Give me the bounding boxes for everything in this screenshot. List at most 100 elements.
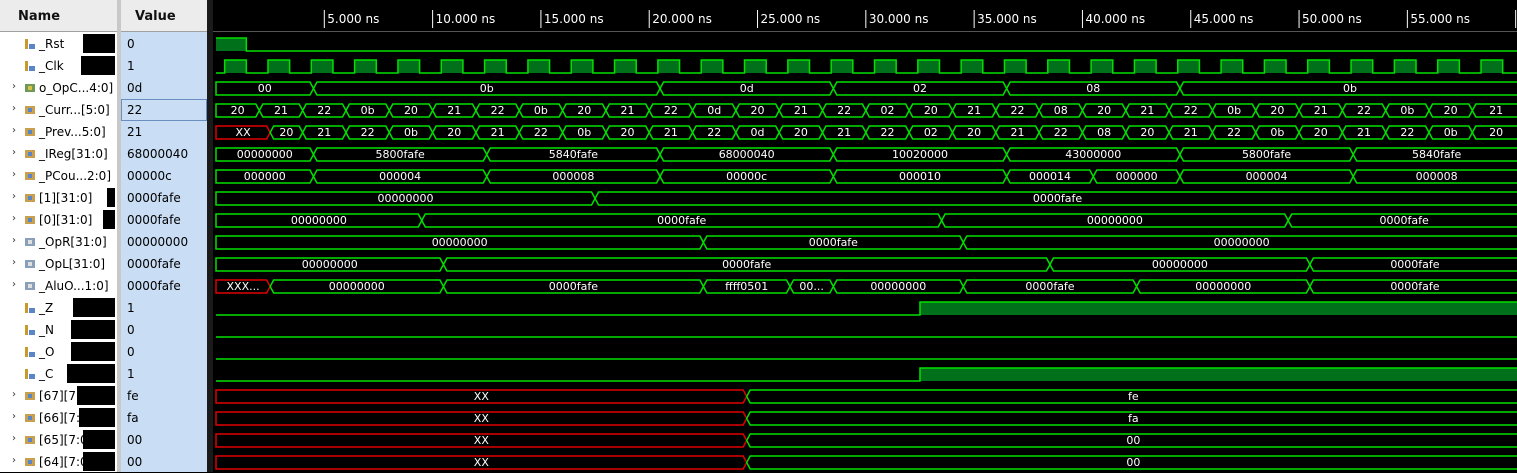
signal-value-row[interactable]: 0000fafe bbox=[121, 275, 207, 297]
signal-name-row[interactable]: › [67][7:0] bbox=[0, 385, 117, 407]
chevron-right-icon[interactable]: › bbox=[12, 389, 20, 401]
signal-value-row[interactable]: 0 bbox=[121, 319, 207, 341]
bus-value-label: 0b bbox=[480, 82, 494, 95]
signal-value-row[interactable]: 00000000 bbox=[121, 231, 207, 253]
ruler-label: 45.000 ns bbox=[1194, 12, 1254, 26]
signal-value: 21 bbox=[127, 125, 143, 139]
bus-value-label: 00000000 bbox=[1087, 214, 1143, 227]
signal-value-row[interactable]: 1 bbox=[121, 55, 207, 77]
signal-name-row[interactable]: _Clk bbox=[0, 55, 117, 77]
signal-trace bbox=[216, 37, 1517, 52]
waveform-3: 20 21 22 0b 20 21 22 0b 20 21 22 0d 20 21 22 02 20 21 22 08… bbox=[215, 103, 1517, 118]
chevron-right-icon[interactable]: › bbox=[12, 235, 20, 247]
chevron-right-icon[interactable]: › bbox=[12, 169, 20, 181]
signal-name-row[interactable]: _C bbox=[0, 363, 117, 385]
bus-value-label: 0d bbox=[751, 126, 765, 139]
chevron-right-icon[interactable]: › bbox=[12, 103, 20, 115]
signal-name-row[interactable]: _O bbox=[0, 341, 117, 363]
bus-value-label: 000000 bbox=[244, 170, 286, 183]
signal-name-row[interactable]: › _PCou...2:0] bbox=[0, 165, 117, 187]
bus-signal-icon bbox=[24, 214, 36, 226]
bus-value-label: 20 bbox=[1314, 126, 1328, 139]
chevron-right-icon[interactable]: › bbox=[12, 191, 20, 203]
signal-value-row[interactable]: 0 bbox=[121, 33, 207, 55]
signal-name-row[interactable]: › o_OpC...4:0] bbox=[0, 77, 117, 99]
bus-value-label: 0b bbox=[1227, 104, 1241, 117]
ruler-label: 15.000 ns bbox=[544, 12, 604, 26]
bus-value-label: 00000c bbox=[726, 170, 767, 183]
bus-value-label: 0000fafe bbox=[1390, 280, 1439, 293]
value-header[interactable]: Value bbox=[121, 0, 207, 32]
signal-name-row[interactable]: › [65][7:0] bbox=[0, 429, 117, 451]
bus-value-label: 20 bbox=[1140, 126, 1154, 139]
signal-name-row[interactable]: › [64][7:0] bbox=[0, 451, 117, 473]
chevron-right-icon[interactable]: › bbox=[12, 433, 20, 445]
bus-value-label: 21 bbox=[1184, 126, 1198, 139]
signal-name-row[interactable]: › _Prev...5:0] bbox=[0, 121, 117, 143]
signal-value-row[interactable]: 1 bbox=[121, 297, 207, 319]
signal-name-row[interactable]: _N bbox=[0, 319, 117, 341]
bus-value-label: 00 bbox=[1126, 434, 1140, 447]
signal-name-row[interactable]: _Rst bbox=[0, 33, 117, 55]
signal-value-row[interactable]: fe bbox=[121, 385, 207, 407]
signal-value-row[interactable]: 0000fafe bbox=[121, 187, 207, 209]
signal-name: _AluO...1:0] bbox=[39, 279, 109, 293]
signal-value-row[interactable]: 68000040 bbox=[121, 143, 207, 165]
bus-value-label: XX bbox=[236, 126, 252, 139]
name-header[interactable]: Name bbox=[0, 0, 117, 32]
signal-value-row[interactable]: 22 bbox=[121, 99, 207, 121]
signal-name-row[interactable]: › [0][31:0] bbox=[0, 209, 117, 231]
signal-name-row[interactable]: _Z bbox=[0, 297, 117, 319]
signal-value-row[interactable]: 0000fafe bbox=[121, 253, 207, 275]
bit-signal-icon bbox=[24, 324, 36, 336]
waveform-canvas[interactable]: 5.000 ns 10.000 ns 15.000 ns 20.000 ns 25.00… bbox=[213, 0, 1517, 472]
ruler-label: 55.000 ns bbox=[1410, 12, 1470, 26]
chevron-right-icon[interactable]: › bbox=[12, 257, 20, 269]
signal-name-row[interactable]: › _Curr...[5:0] bbox=[0, 99, 117, 121]
bus-value-label: 20 bbox=[967, 126, 981, 139]
chevron-right-icon[interactable]: › bbox=[12, 411, 20, 423]
signal-value-row[interactable]: fa bbox=[121, 407, 207, 429]
bus-value-label: 20 bbox=[577, 104, 591, 117]
signal-value-row[interactable]: 00 bbox=[121, 429, 207, 451]
signal-value: fa bbox=[127, 411, 139, 425]
bus-value-label: 5840fafe bbox=[549, 148, 598, 161]
signal-value-row[interactable]: 00 bbox=[121, 451, 207, 473]
bus-value-label: 0b bbox=[1270, 126, 1284, 139]
signal-name-row[interactable]: › _OpR[31:0] bbox=[0, 231, 117, 253]
bus-value-label: 00000000 bbox=[870, 280, 926, 293]
bus-value-label: 0b bbox=[1343, 82, 1357, 95]
signal-name-row[interactable]: › _AluO...1:0] bbox=[0, 275, 117, 297]
signal-value: 68000040 bbox=[127, 147, 189, 161]
signal-name-row[interactable]: › [1][31:0] bbox=[0, 187, 117, 209]
bus-value-label: 20 bbox=[231, 104, 245, 117]
high-fill bbox=[571, 60, 593, 73]
signal-name-row[interactable]: › _IReg[31:0] bbox=[0, 143, 117, 165]
waveform-12 bbox=[216, 301, 1517, 316]
signal-value-row[interactable]: 0000fafe bbox=[121, 209, 207, 231]
chevron-right-icon[interactable]: › bbox=[12, 81, 20, 93]
bus-value-label: 20 bbox=[1444, 104, 1458, 117]
bus-value-label: 22 bbox=[707, 126, 721, 139]
waveform-9: 00000000 0000fafe 00000000 bbox=[215, 235, 1517, 250]
chevron-right-icon[interactable]: › bbox=[12, 213, 20, 225]
bus-value-label: 21 bbox=[794, 104, 808, 117]
signal-value-row[interactable]: 0 bbox=[121, 341, 207, 363]
chevron-right-icon[interactable]: › bbox=[12, 455, 20, 467]
high-fill bbox=[701, 60, 723, 73]
waveform-19: XX 00 bbox=[215, 455, 1517, 470]
chevron-right-icon[interactable]: › bbox=[12, 125, 20, 137]
signal-value-row[interactable]: 21 bbox=[121, 121, 207, 143]
signal-value-row[interactable]: 0d bbox=[121, 77, 207, 99]
bus-value-label: 0b bbox=[361, 104, 375, 117]
high-fill bbox=[484, 60, 507, 73]
signal-value-row[interactable]: 1 bbox=[121, 363, 207, 385]
bus-value-label: 21 bbox=[1357, 126, 1371, 139]
signal-name-row[interactable]: › [66][7:0] bbox=[0, 407, 117, 429]
bus-value-label: 21 bbox=[1489, 104, 1503, 117]
chevron-right-icon[interactable]: › bbox=[12, 147, 20, 159]
signal-name-row[interactable]: › _OpL[31:0] bbox=[0, 253, 117, 275]
bus-value-label: 00000000 bbox=[291, 214, 347, 227]
chevron-right-icon[interactable]: › bbox=[12, 279, 20, 291]
signal-value-row[interactable]: 00000c bbox=[121, 165, 207, 187]
